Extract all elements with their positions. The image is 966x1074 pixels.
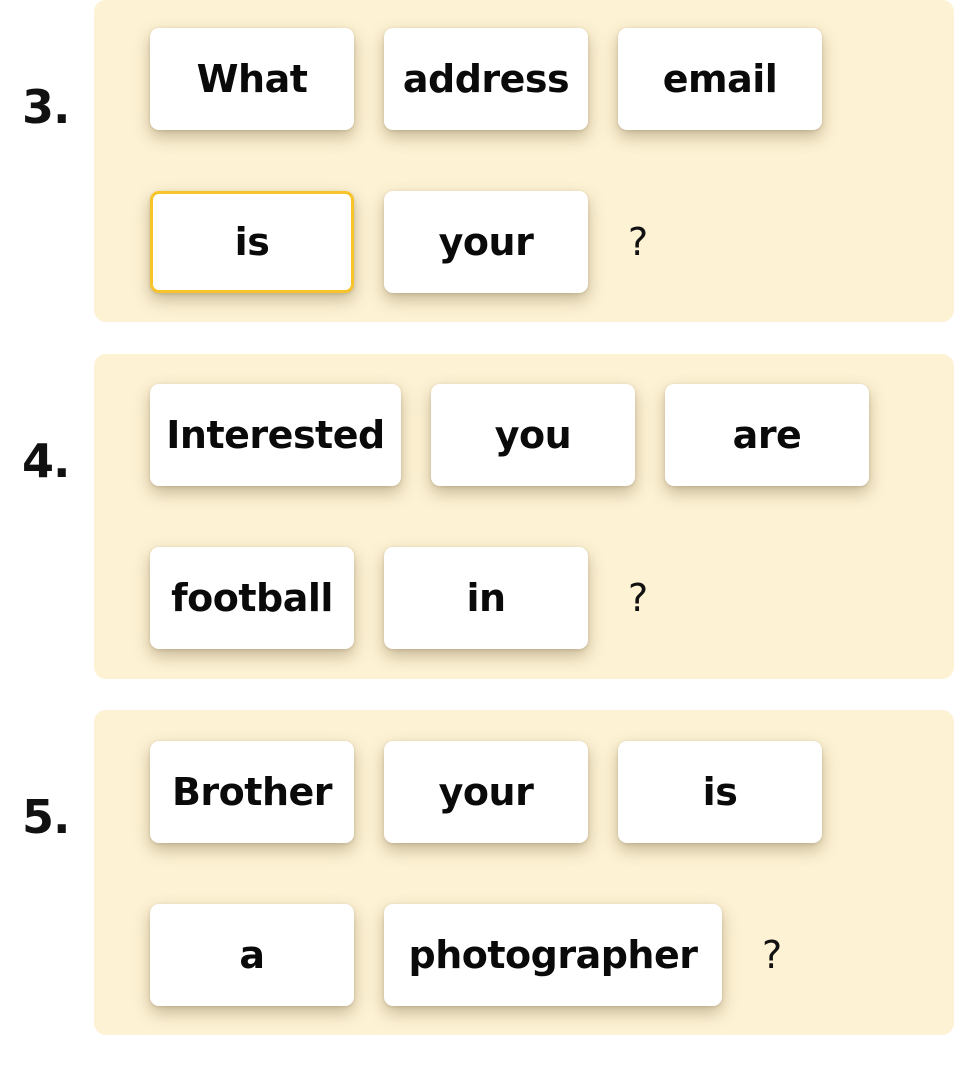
word-tile[interactable]: football: [150, 547, 354, 649]
tile-row: football in ?: [150, 547, 954, 649]
word-tile[interactable]: Brother: [150, 741, 354, 843]
word-tile-selected[interactable]: is: [150, 191, 354, 293]
question-mark: ?: [628, 576, 649, 620]
tile-row: Interested you are: [150, 384, 954, 486]
question-number: 5.: [22, 790, 70, 844]
word-tiles-panel: Interested you are football in ?: [94, 354, 954, 679]
word-tile[interactable]: email: [618, 28, 822, 130]
tile-row: Brother your is: [150, 741, 954, 843]
tile-row: a photographer ?: [150, 904, 954, 1006]
word-tile[interactable]: your: [384, 741, 588, 843]
word-tile[interactable]: your: [384, 191, 588, 293]
word-tile[interactable]: in: [384, 547, 588, 649]
question-number: 4.: [22, 434, 70, 488]
word-tiles-panel: Brother your is a photographer ?: [94, 710, 954, 1035]
tile-row: is your ?: [150, 191, 954, 293]
tile-row: What address email: [150, 28, 954, 130]
word-tile[interactable]: address: [384, 28, 588, 130]
question-mark: ?: [762, 933, 783, 977]
question-number: 3.: [22, 80, 70, 134]
word-tile[interactable]: photographer: [384, 904, 722, 1006]
word-tiles-panel: What address email is your ?: [94, 0, 954, 322]
word-tile[interactable]: What: [150, 28, 354, 130]
word-tile[interactable]: you: [431, 384, 635, 486]
word-tile[interactable]: Interested: [150, 384, 401, 486]
word-tile[interactable]: a: [150, 904, 354, 1006]
word-tile[interactable]: are: [665, 384, 869, 486]
question-mark: ?: [628, 220, 649, 264]
word-tile[interactable]: is: [618, 741, 822, 843]
